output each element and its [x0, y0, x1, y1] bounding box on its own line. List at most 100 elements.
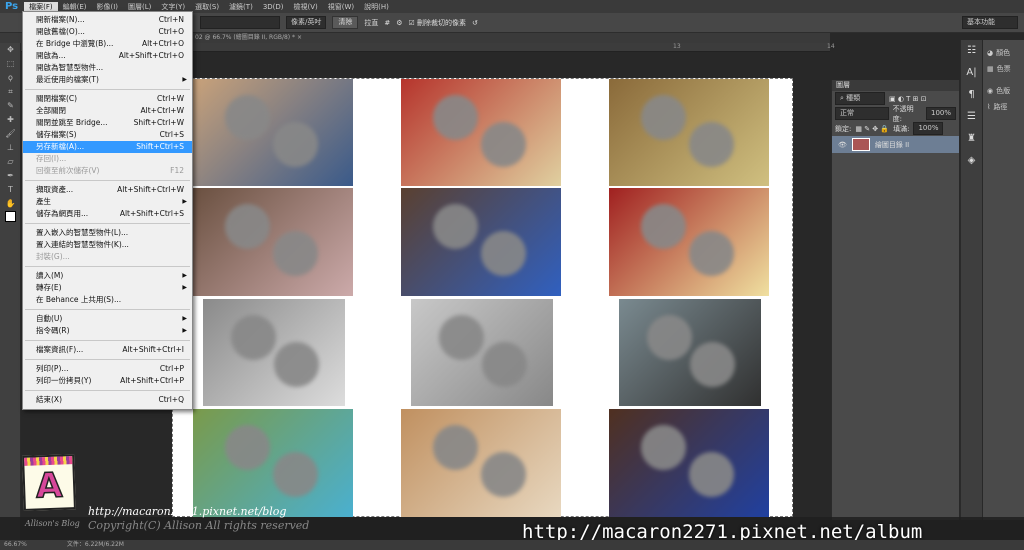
menu-item[interactable]: 置入連結的智慧型物件(K)...	[23, 239, 192, 251]
character-icon[interactable]: A|	[961, 62, 982, 84]
delete-cropped-checkbox[interactable]: ☑ 刪除裁切的像素	[409, 18, 467, 28]
menu-item-label: 關閉檔案(C)	[36, 94, 78, 103]
document-canvas[interactable]	[172, 78, 793, 517]
menu-6[interactable]: 濾鏡(T)	[224, 2, 258, 12]
blurred-face	[689, 121, 734, 167]
panel-dock: ◕ 顏色 ▦ 色票 ◉ 色版 ⌇ 路徑	[983, 40, 1024, 520]
straighten-button[interactable]: 拉直	[364, 18, 378, 28]
menu-item[interactable]: 自動(U) ▶	[23, 313, 192, 325]
blurred-face	[273, 452, 318, 498]
eyedropper-tool-icon[interactable]: ✎	[0, 99, 21, 113]
hand-tool-icon[interactable]: ✋	[0, 197, 21, 211]
styles-icon[interactable]: ♜	[961, 128, 982, 150]
filter-select[interactable]: ⌕ 種類	[835, 92, 885, 105]
menu-item[interactable]: 在 Bridge 中瀏覽(B)... Alt+Ctrl+O	[23, 38, 192, 50]
menu-0[interactable]: 檔案(F)	[24, 1, 58, 12]
menu-item[interactable]: 儲存為網頁用... Alt+Shift+Ctrl+S	[23, 208, 192, 220]
menu-item-shortcut: Alt+Ctrl+O	[142, 39, 184, 48]
paragraph-icon[interactable]: ¶	[961, 84, 982, 106]
menu-4[interactable]: 文字(Y)	[156, 2, 190, 12]
menu-item-label: 產生	[36, 197, 51, 206]
close-icon[interactable]: ×	[297, 34, 302, 41]
brush-tool-icon[interactable]: 🖌	[0, 127, 21, 141]
menu-10[interactable]: 說明(H)	[359, 2, 394, 12]
color-panel-button[interactable]: ◕ 顏色	[983, 45, 1024, 61]
menu-item[interactable]: 全部關閉 Alt+Ctrl+W	[23, 105, 192, 117]
menu-1[interactable]: 編輯(E)	[58, 2, 92, 12]
delete-cropped-label: 刪除裁切的像素	[417, 18, 467, 27]
menu-item-shortcut: Ctrl+S	[159, 130, 184, 139]
layer-thumbnail	[851, 138, 870, 151]
menu-item[interactable]: 讀入(M) ▶	[23, 270, 192, 282]
reset-icon[interactable]: ↺	[472, 19, 478, 27]
move-tool-icon[interactable]: ✥	[0, 43, 21, 57]
menu-item[interactable]: 開啟舊檔(O)... Ctrl+O	[23, 26, 192, 38]
menu-item[interactable]: 檔案資訊(F)... Alt+Shift+Ctrl+I	[23, 344, 192, 356]
pen-tool-icon[interactable]: ✒	[0, 169, 21, 183]
menu-item[interactable]: 指令碼(R) ▶	[23, 325, 192, 337]
eraser-tool-icon[interactable]: ▱	[0, 155, 21, 169]
menu-item[interactable]: 開新檔案(N)... Ctrl+N	[23, 14, 192, 26]
workspace-select[interactable]: 基本功能	[962, 16, 1018, 29]
value-field[interactable]	[200, 16, 280, 29]
filter-icons[interactable]: ▣ ◐ T ⊞ ⊡	[889, 95, 927, 103]
menu-item[interactable]: 置入嵌入的智慧型物件(L)...	[23, 227, 192, 239]
blend-mode-select[interactable]: 正常	[835, 107, 889, 120]
adjustments-icon[interactable]: ☰	[961, 106, 982, 128]
menu-item[interactable]: 開啟為智慧型物件...	[23, 62, 192, 74]
crop-tool-icon[interactable]: ⌗	[0, 85, 21, 99]
menu-item[interactable]: 最近使用的檔案(T) ▶	[23, 74, 192, 86]
tools-panel: ✥ ⬚ ϙ ⌗ ✎ ✚ 🖌 ⊥ ▱ ✒ T ✋	[0, 43, 21, 540]
swatches-panel-button[interactable]: ▦ 色票	[983, 61, 1024, 77]
menu-item[interactable]: 另存新檔(A)... Shift+Ctrl+S	[23, 141, 192, 153]
menu-item-label: 存回(I)...	[36, 154, 67, 163]
menu-item[interactable]: 儲存檔案(S) Ctrl+S	[23, 129, 192, 141]
clear-button[interactable]: 清除	[332, 16, 359, 29]
zoom-level[interactable]: 66.67%	[4, 540, 27, 550]
blog-logo: A	[22, 454, 76, 511]
channels-panel-button[interactable]: ◉ 色版	[983, 83, 1024, 99]
paths-panel-button[interactable]: ⌇ 路徑	[983, 99, 1024, 115]
type-tool-icon[interactable]: T	[0, 183, 21, 197]
menu-5[interactable]: 選取(S)	[190, 2, 224, 12]
lock-icons[interactable]: ▦ ✎ ✥ 🔒	[855, 125, 889, 133]
menu-item[interactable]: 結束(X) Ctrl+Q	[23, 394, 192, 406]
menu-item[interactable]: 關閉並跳至 Bridge... Shift+Ctrl+W	[23, 117, 192, 129]
menu-item[interactable]: 擷取資產... Alt+Shift+Ctrl+W	[23, 184, 192, 196]
eye-icon[interactable]: 👁	[838, 141, 847, 149]
menu-item-label: 在 Behance 上共用(S)...	[36, 295, 122, 304]
menu-item[interactable]: 列印一份拷貝(Y) Alt+Shift+Ctrl+P	[23, 375, 192, 387]
menu-2[interactable]: 影像(I)	[92, 2, 124, 12]
fill-field[interactable]: 100%	[913, 122, 944, 135]
layer-row[interactable]: 👁 繪圖目錄 II	[832, 136, 959, 153]
history-icon[interactable]: ☷	[961, 40, 982, 62]
menu-8[interactable]: 檢視(V)	[289, 2, 323, 12]
menu-item[interactable]: 開啟為... Alt+Shift+Ctrl+O	[23, 50, 192, 62]
grid-overlay-icon[interactable]: #	[384, 19, 390, 27]
menu-9[interactable]: 視窗(W)	[323, 2, 359, 12]
marquee-tool-icon[interactable]: ⬚	[0, 57, 21, 71]
menu-item-shortcut: Ctrl+W	[156, 94, 184, 103]
menu-item-label: 開啟舊檔(O)...	[36, 27, 85, 36]
opacity-field[interactable]: 100%	[925, 107, 956, 120]
healing-tool-icon[interactable]: ✚	[0, 113, 21, 127]
blurred-face	[647, 315, 693, 361]
menu-item[interactable]: 產生 ▶	[23, 196, 192, 208]
gear-icon[interactable]: ⚙	[396, 19, 402, 27]
menu-item[interactable]: 在 Behance 上共用(S)...	[23, 294, 192, 306]
menu-3[interactable]: 圖層(L)	[123, 2, 156, 12]
layers-icon[interactable]: ◈	[961, 150, 982, 172]
lasso-tool-icon[interactable]: ϙ	[0, 71, 21, 85]
photo	[193, 79, 353, 186]
color-swatches[interactable]	[0, 211, 21, 225]
menu-item[interactable]: 轉存(E) ▶	[23, 282, 192, 294]
menu-item[interactable]: 關閉檔案(C) Ctrl+W	[23, 93, 192, 105]
layers-tab[interactable]: 圖層	[832, 80, 959, 91]
menu-item[interactable]: 列印(P)... Ctrl+P	[23, 363, 192, 375]
menu-7[interactable]: 3D(D)	[258, 3, 289, 11]
stamp-tool-icon[interactable]: ⊥	[0, 141, 21, 155]
units-select[interactable]: 像素/英吋	[286, 16, 327, 29]
menu-item-shortcut: Alt+Shift+Ctrl+O	[118, 51, 184, 60]
dock-label: 色票	[996, 65, 1011, 73]
menu-item-label: 另存新檔(A)...	[36, 142, 85, 151]
